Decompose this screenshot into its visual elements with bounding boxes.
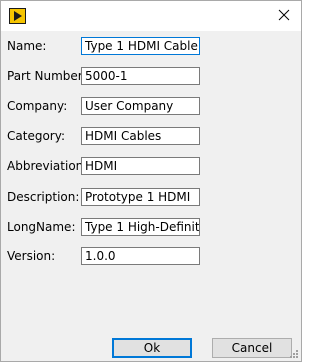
version-field[interactable]: 1.0.0 — [81, 247, 200, 265]
company-label: Company: — [7, 99, 68, 113]
part-number-field[interactable]: 5000-1 — [81, 67, 200, 85]
description-field[interactable]: Prototype 1 HDMI — [81, 188, 200, 206]
ok-button[interactable]: Ok — [112, 338, 192, 358]
resize-grip-icon[interactable] — [287, 347, 299, 359]
title-bar[interactable] — [1, 1, 301, 31]
abbreviation-label: Abbreviation: — [7, 159, 88, 173]
close-icon — [278, 9, 290, 24]
description-label: Description: — [7, 190, 80, 204]
category-field[interactable]: HDMI Cables — [81, 127, 200, 145]
version-label: Version: — [7, 249, 56, 263]
cancel-button[interactable]: Cancel — [212, 338, 292, 358]
properties-dialog: Name: Type 1 HDMI Cable Part Number: 500… — [0, 0, 302, 362]
labview-triangle-icon — [9, 8, 26, 24]
part-number-label: Part Number: — [7, 69, 87, 83]
company-field[interactable]: User Company — [81, 97, 200, 115]
category-label: Category: — [7, 129, 65, 143]
longname-field[interactable]: Type 1 High-Definition Multimedia Interf… — [81, 218, 200, 236]
close-button[interactable] — [272, 5, 296, 27]
longname-label: LongName: — [7, 220, 76, 234]
name-field[interactable]: Type 1 HDMI Cable — [81, 37, 200, 55]
abbreviation-field[interactable]: HDMI — [81, 157, 200, 175]
name-label: Name: — [7, 39, 47, 53]
